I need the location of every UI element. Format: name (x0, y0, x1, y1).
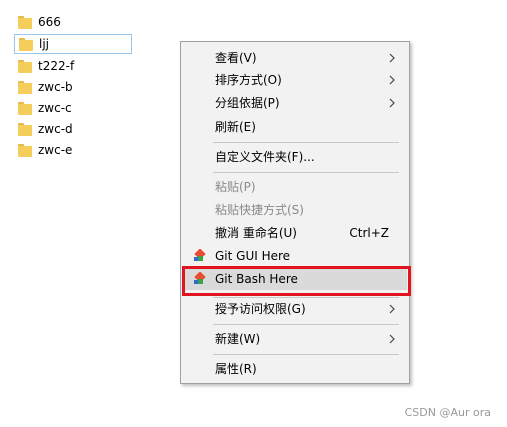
highlight-box (182, 266, 411, 296)
folder-item[interactable]: zwc-e (14, 140, 132, 160)
folder-icon (19, 37, 33, 51)
menu-item-label: 授予访问权限(G) (215, 302, 306, 316)
watermark: CSDN @Aur ora (404, 406, 491, 419)
folder-icon (18, 15, 32, 29)
folder-name: zwc-c (38, 101, 72, 115)
context-menu: 查看(V) 排序方式(O) 分组依据(P) 刷新(E) 自定义文件夹(F)...… (180, 41, 410, 384)
menu-separator (213, 324, 399, 325)
menu-item-git-gui[interactable]: Git GUI Here (183, 245, 407, 267)
folder-icon (18, 101, 32, 115)
menu-item-group[interactable]: 分组依据(P) (183, 92, 407, 114)
menu-item-label: 排序方式(O) (215, 73, 282, 87)
folder-item[interactable]: zwc-d (14, 119, 132, 139)
menu-separator (213, 142, 399, 143)
folder-icon (18, 122, 32, 136)
menu-item-shortcut: Ctrl+Z (349, 226, 389, 240)
menu-item-label: 分组依据(P) (215, 96, 280, 110)
menu-item-label: 撤消 重命名(U) (215, 226, 297, 240)
chevron-right-icon (389, 304, 395, 314)
menu-separator (213, 354, 399, 355)
menu-item-label: 属性(R) (215, 362, 257, 376)
chevron-right-icon (389, 75, 395, 85)
folder-item[interactable]: 666 (14, 12, 132, 32)
menu-item-undo-rename[interactable]: 撤消 重命名(U) Ctrl+Z (183, 222, 407, 244)
menu-item-label: 粘贴(P) (215, 180, 256, 194)
folder-item[interactable]: zwc-b (14, 77, 132, 97)
menu-item-label: 粘贴快捷方式(S) (215, 203, 304, 217)
chevron-right-icon (389, 53, 395, 63)
folder-icon (18, 143, 32, 157)
menu-item-refresh[interactable]: 刷新(E) (183, 116, 407, 138)
folder-name: t222-f (38, 59, 75, 73)
chevron-right-icon (389, 334, 395, 344)
folder-name: ljj (39, 37, 50, 51)
menu-item-label: 刷新(E) (215, 120, 256, 134)
folder-name: zwc-e (38, 143, 73, 157)
menu-item-label: 自定义文件夹(F)... (215, 150, 315, 164)
menu-item-label: Git GUI Here (215, 249, 291, 263)
folder-item-selected[interactable]: ljj (14, 34, 132, 54)
folder-name: 666 (38, 15, 61, 29)
git-gui-icon (194, 249, 206, 261)
folder-item[interactable]: zwc-c (14, 98, 132, 118)
menu-item-label: 查看(V) (215, 51, 257, 65)
folder-name: zwc-b (38, 80, 73, 94)
menu-item-customize[interactable]: 自定义文件夹(F)... (183, 146, 407, 168)
menu-item-grant-access[interactable]: 授予访问权限(G) (183, 298, 407, 320)
menu-item-new[interactable]: 新建(W) (183, 328, 407, 350)
folder-icon (18, 59, 32, 73)
menu-item-paste[interactable]: 粘贴(P) (183, 176, 407, 198)
menu-item-paste-shortcut[interactable]: 粘贴快捷方式(S) (183, 199, 407, 221)
folder-icon (18, 80, 32, 94)
folder-name: zwc-d (38, 122, 73, 136)
menu-item-properties[interactable]: 属性(R) (183, 358, 407, 380)
menu-separator (213, 172, 399, 173)
menu-item-view[interactable]: 查看(V) (183, 47, 407, 69)
menu-item-sort[interactable]: 排序方式(O) (183, 69, 407, 91)
menu-item-label: 新建(W) (215, 332, 261, 346)
folder-item[interactable]: t222-f (14, 56, 132, 76)
chevron-right-icon (389, 98, 395, 108)
